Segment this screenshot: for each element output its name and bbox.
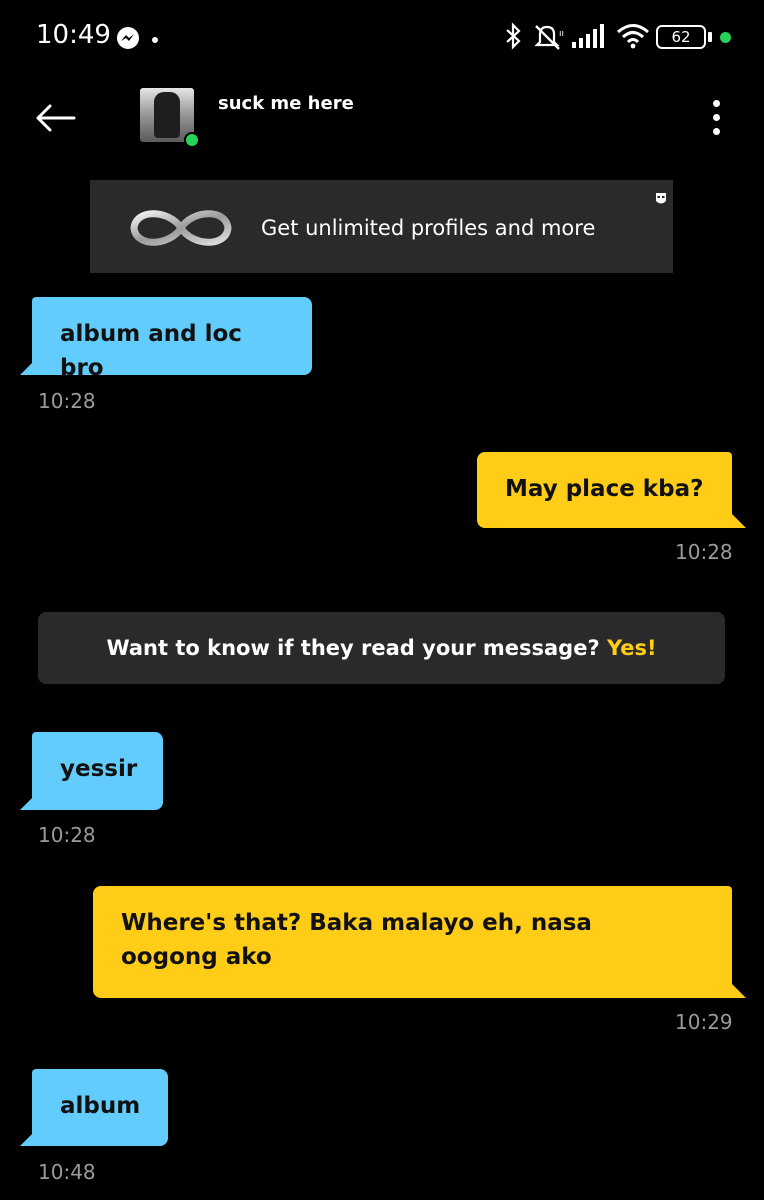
message-time: 10:28 bbox=[38, 823, 96, 847]
avatar-photo bbox=[154, 92, 180, 138]
svg-text:ıı: ıı bbox=[559, 29, 564, 39]
message-text: yessir bbox=[60, 756, 138, 782]
message-text: album and loc bro bbox=[60, 321, 242, 381]
message-text: album bbox=[60, 1093, 141, 1119]
more-dot-icon bbox=[713, 114, 720, 121]
bluetooth-icon bbox=[506, 22, 521, 50]
more-options-button[interactable] bbox=[700, 96, 734, 140]
unlimited-promo-banner[interactable]: Get unlimited profiles and more bbox=[90, 180, 673, 273]
bubble-tail bbox=[20, 361, 34, 375]
read-receipts-text: Want to know if they read your message? bbox=[106, 636, 600, 660]
mute-icon: ıı bbox=[534, 25, 564, 50]
infinity-icon bbox=[130, 210, 232, 246]
more-dot-icon bbox=[713, 100, 720, 107]
outgoing-message[interactable]: Where's that? Baka malayo eh, nasa oogon… bbox=[93, 886, 732, 998]
notification-dot bbox=[152, 37, 158, 43]
read-receipts-upsell-banner[interactable]: Want to know if they read your message? … bbox=[38, 612, 725, 684]
message-time: 10:48 bbox=[38, 1160, 96, 1184]
bubble-tail bbox=[20, 796, 34, 810]
privacy-indicator-dot bbox=[720, 32, 731, 43]
bubble-tail bbox=[732, 514, 746, 528]
bubble-tail bbox=[20, 1132, 34, 1146]
status-icons: ıı 62 bbox=[504, 22, 734, 52]
battery-tip bbox=[708, 32, 712, 42]
message-time: 10:29 bbox=[675, 1010, 733, 1034]
status-time: 10:49 bbox=[36, 20, 111, 50]
messenger-icon bbox=[117, 27, 139, 49]
promo-text: Get unlimited profiles and more bbox=[261, 216, 596, 240]
signal-icon bbox=[572, 24, 604, 48]
contact-name[interactable]: suck me here bbox=[218, 93, 354, 114]
message-time: 10:28 bbox=[38, 389, 96, 413]
more-dot-icon bbox=[713, 128, 720, 135]
bubble-tail bbox=[732, 984, 746, 998]
wifi-icon bbox=[617, 24, 649, 49]
incoming-message[interactable]: album bbox=[32, 1069, 168, 1146]
grindr-logo-icon bbox=[656, 193, 666, 204]
incoming-message[interactable]: album and loc bro bbox=[32, 297, 312, 381]
online-status-icon bbox=[184, 132, 200, 148]
back-button[interactable] bbox=[30, 96, 80, 140]
status-bar: 10:49 ıı 62 bbox=[0, 0, 764, 76]
read-receipts-yes-link[interactable]: Yes! bbox=[607, 636, 657, 660]
back-arrow-icon bbox=[36, 104, 76, 132]
message-time: 10:28 bbox=[675, 540, 733, 564]
outgoing-message[interactable]: May place kba? bbox=[477, 452, 732, 528]
incoming-message[interactable]: yessir bbox=[32, 732, 163, 810]
battery-icon: 62 bbox=[656, 25, 706, 49]
message-text: May place kba? bbox=[505, 476, 704, 502]
message-text: Where's that? Baka malayo eh, nasa oogon… bbox=[121, 910, 592, 970]
